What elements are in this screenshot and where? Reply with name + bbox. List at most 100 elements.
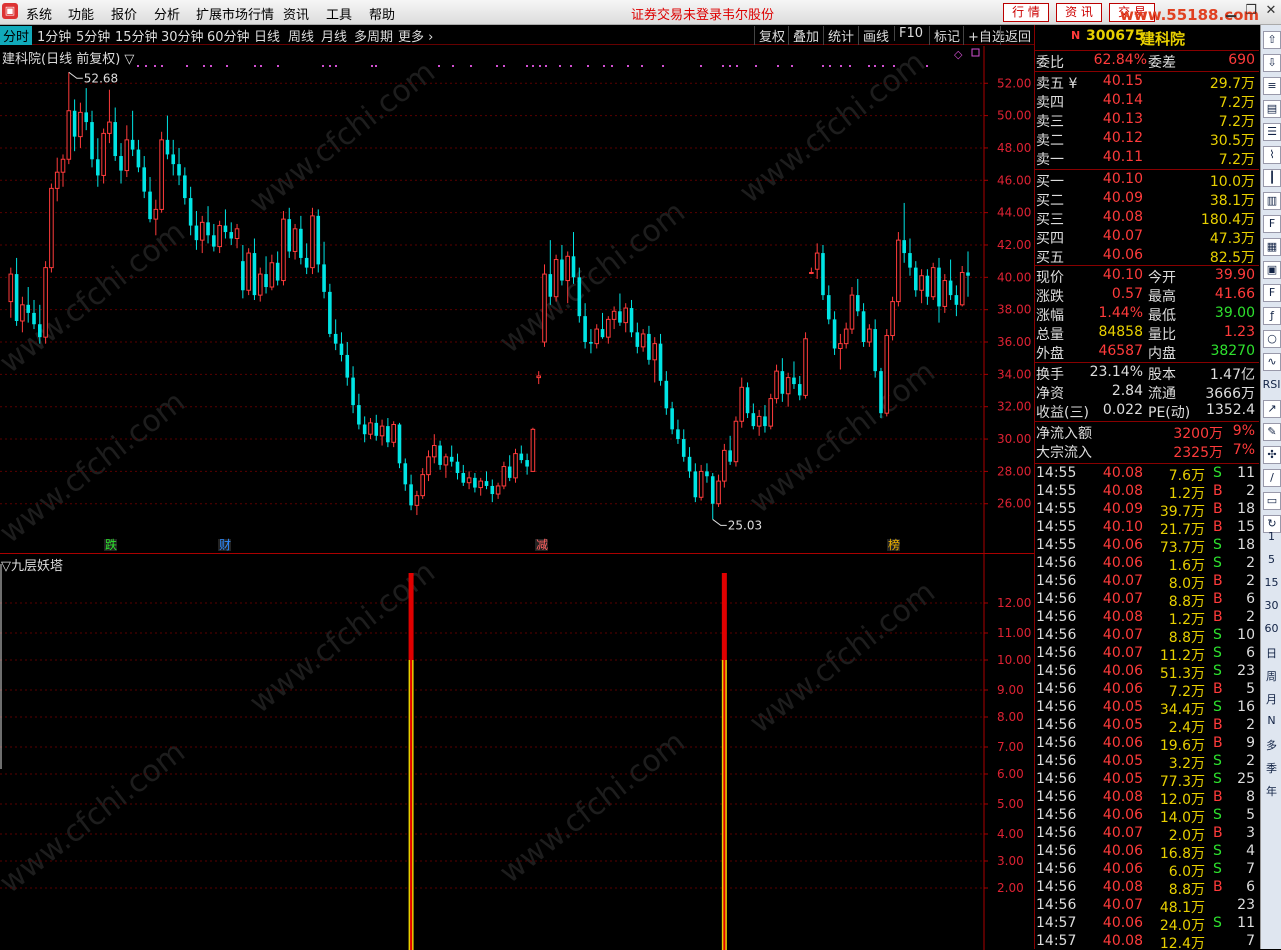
tick-side: S [1213, 753, 1222, 769]
period-1min[interactable]: 1分钟 [37, 26, 71, 45]
menu-item-analysis[interactable]: 分析 [154, 4, 180, 23]
signal-dot [587, 65, 589, 67]
toolbar-period-5[interactable]: 30 [1261, 599, 1281, 612]
menu-item-extended-market[interactable]: 扩展市场行情 [196, 4, 274, 23]
edit-icon[interactable]: ✎ [1263, 423, 1281, 441]
chart-icon[interactable]: ▤ [1263, 100, 1281, 118]
grid-icon[interactable]: ▣ [1263, 261, 1281, 279]
period-monthly[interactable]: 月线 [321, 26, 347, 45]
candle-body-down [26, 304, 31, 313]
tick-row: 14:56 40.07 48.1万 23 [1035, 897, 1259, 916]
close-icon[interactable]: ✕ [1262, 2, 1280, 20]
ask-price: 40.13 [1102, 111, 1143, 127]
period-daily[interactable]: 日线 [254, 26, 280, 45]
menu-item-news[interactable]: 资讯 [283, 4, 309, 23]
trend-icon[interactable]: ∿ [1263, 353, 1281, 371]
restore-icon[interactable]: ❐ [1242, 2, 1260, 20]
tick-volume: 51.3万 [1159, 666, 1205, 682]
arrow-up-icon[interactable]: ⇧ [1263, 31, 1281, 49]
tab-news[interactable]: 资 讯 [1056, 3, 1102, 22]
tick-volume: 8.8万 [1168, 882, 1205, 898]
period-weekly[interactable]: 周线 [288, 26, 314, 45]
book-icon[interactable]: ▥ [1263, 192, 1281, 210]
y-tick-label: 48.00 [997, 141, 1031, 155]
tick-list[interactable]: 14:55 40.08 7.6万 S 11 14:55 40.08 1.2万 B 2 14:55 40… [1035, 465, 1259, 949]
line-chart-icon[interactable]: ⌇ [1263, 146, 1281, 164]
toolbar-period-12[interactable]: 季 [1261, 760, 1281, 776]
draw-button[interactable]: 画线 [858, 26, 889, 45]
candle-body-down [826, 295, 831, 320]
overlay-button[interactable]: 叠加 [788, 26, 819, 45]
candle-body-down [345, 354, 350, 378]
period-15min[interactable]: 15分钟 [115, 26, 158, 45]
tick-count: 5 [1246, 807, 1255, 823]
ask-volume: 29.7万 [1209, 76, 1255, 92]
indicator-tick-label: 10.00 [997, 653, 1031, 667]
menu-item-function[interactable]: 功能 [68, 4, 94, 23]
period-more[interactable]: 更多 › [398, 26, 433, 45]
period-5min[interactable]: 5分钟 [76, 26, 110, 45]
f10-button[interactable]: F10 [894, 26, 923, 41]
candle-body-down [484, 481, 489, 486]
stats-button[interactable]: 统计 [823, 26, 854, 45]
tick-price: 40.05 [1102, 771, 1143, 787]
candlestick-chart[interactable]: 52.00 50.00 48.00 46.00 44.00 42.00 40.00 38.00… [0, 46, 1034, 553]
list-icon[interactable]: ≡ [1263, 77, 1281, 95]
add-watchlist-button[interactable]: +自选 [963, 26, 1005, 45]
tick-price: 40.06 [1102, 807, 1143, 823]
indicator-chart[interactable]: 12.00 11.00 10.00 9.00 8.00 7.00 6.00 5.00 4.00 3… [0, 554, 1034, 950]
f-icon[interactable]: ƒ [1263, 307, 1281, 325]
fund-label: 净资 [1036, 386, 1064, 402]
candle-body-down [670, 408, 674, 430]
indicator-panel[interactable]: ▽九层妖塔 12.00 11.00 10.00 9.00 8.00 7.00 6.00 5.0… [0, 553, 1034, 950]
toolbar-period-11[interactable]: 多 [1261, 737, 1281, 753]
period-30min[interactable]: 30分钟 [161, 26, 204, 45]
divider [1035, 71, 1259, 72]
cross-icon[interactable]: ✣ [1263, 446, 1281, 464]
toolbar-period-4[interactable]: 15 [1261, 576, 1281, 589]
arrow-down-icon[interactable]: ⇩ [1263, 54, 1281, 72]
toolbar-period-7[interactable]: 日 [1261, 645, 1281, 661]
adjust-button[interactable]: 复权 [754, 26, 785, 45]
back-button[interactable]: 返回 [1000, 26, 1031, 45]
menu-item-system[interactable]: 系统 [26, 4, 52, 23]
tick-side: B [1213, 609, 1223, 625]
main-chart-panel[interactable]: 建科院(日线 前复权) ▽ 52.00 50.00 48.00 46.00 44.00 4… [0, 46, 1034, 553]
candle-body-down [177, 164, 181, 176]
toolbar-period-6[interactable]: 60 [1261, 622, 1281, 635]
tab-market[interactable]: 行 情 [1003, 3, 1049, 22]
circle-icon[interactable]: ○ [1263, 330, 1281, 348]
toolbar-period-2[interactable]: 1 [1261, 530, 1281, 543]
period-60min[interactable]: 60分钟 [207, 26, 250, 45]
toolbar-period-8[interactable]: 周 [1261, 668, 1281, 684]
menu-item-help[interactable]: 帮助 [369, 4, 395, 23]
period-multi[interactable]: 多周期 [354, 26, 393, 45]
period-intraday[interactable]: 分时 [0, 26, 33, 45]
f12-icon[interactable]: F [1263, 284, 1281, 302]
tick-price: 40.07 [1102, 627, 1143, 643]
login-warning[interactable]: 证券交易未登录 [631, 4, 722, 23]
signal-dot [603, 65, 605, 67]
doc-icon[interactable]: ▭ [1263, 492, 1281, 510]
arrow-icon[interactable]: ↗ [1263, 400, 1281, 418]
toolbar-period-3[interactable]: 5 [1261, 553, 1281, 566]
table-icon[interactable]: ▦ [1263, 238, 1281, 256]
toolbar-period-10[interactable]: N [1261, 714, 1281, 727]
pencil-icon[interactable]: / [1263, 469, 1281, 487]
toolbar-period-1[interactable]: RSI [1261, 378, 1281, 391]
toolbar-period-9[interactable]: 月 [1261, 691, 1281, 707]
stat-row: 外盘 46587 内盘 38270 [1035, 343, 1259, 362]
signal-dot [203, 65, 205, 67]
mark-button[interactable]: 标记 [929, 26, 960, 45]
f10-icon[interactable]: F [1263, 215, 1281, 233]
signal-dot [777, 65, 779, 67]
report-icon[interactable]: ☰ [1263, 123, 1281, 141]
toolbar-period-13[interactable]: 年 [1261, 783, 1281, 799]
minimize-icon[interactable]: ▁ [1222, 2, 1240, 20]
broker-name[interactable]: 韦尔股份 [722, 4, 774, 23]
candle-icon[interactable]: ┃ [1263, 169, 1281, 187]
menu-item-quotes[interactable]: 报价 [111, 4, 137, 23]
menu-item-tools[interactable]: 工具 [326, 4, 352, 23]
tick-time: 14:56 [1036, 753, 1077, 769]
tick-count: 2 [1246, 483, 1255, 499]
